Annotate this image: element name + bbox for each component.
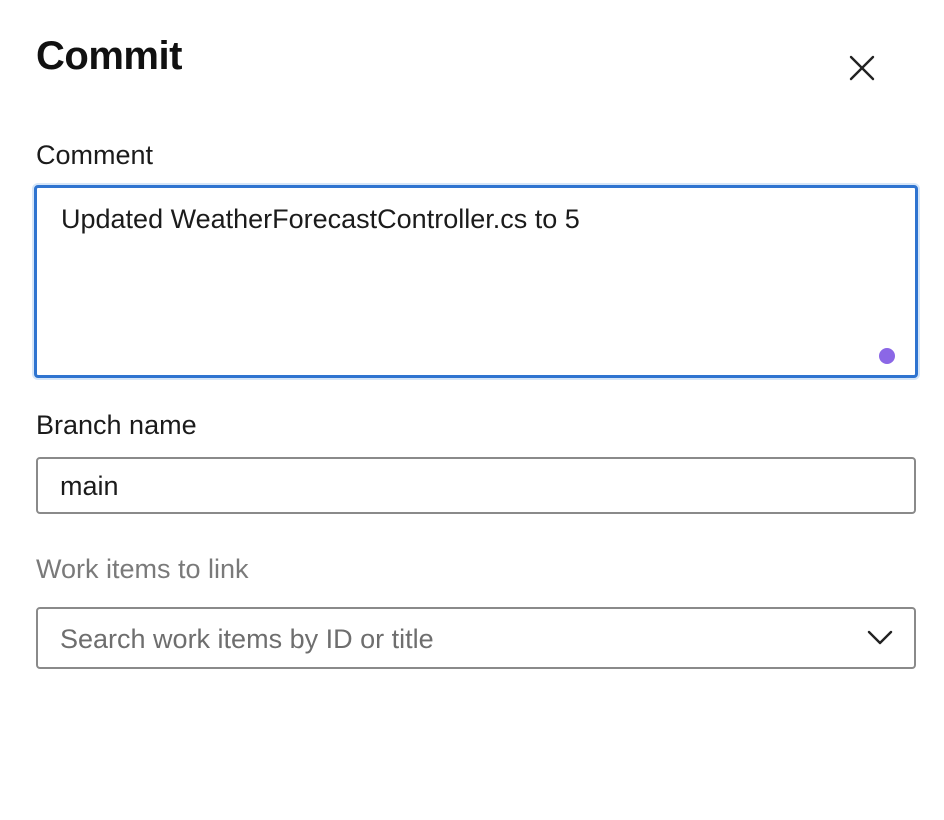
close-icon — [849, 55, 875, 81]
branch-name-value: main — [60, 471, 119, 501]
branch-name-label: Branch name — [36, 410, 197, 440]
chevron-down-icon[interactable] — [866, 627, 894, 649]
comment-textarea[interactable]: Updated WeatherForecastController.cs to … — [34, 185, 918, 378]
work-items-label: Work items to link — [36, 554, 249, 584]
commit-dialog: Commit Comment Updated WeatherForecastCo… — [0, 0, 944, 820]
work-items-placeholder: Search work items by ID or title — [60, 624, 434, 654]
work-items-search-dropdown[interactable]: Search work items by ID or title — [36, 607, 916, 669]
branch-name-input[interactable]: main — [36, 457, 916, 514]
grammar-indicator-icon[interactable] — [879, 348, 895, 364]
close-button[interactable] — [840, 46, 884, 90]
comment-label: Comment — [36, 140, 154, 170]
comment-text: Updated WeatherForecastController.cs to … — [61, 204, 580, 234]
dialog-title: Commit — [36, 34, 182, 78]
